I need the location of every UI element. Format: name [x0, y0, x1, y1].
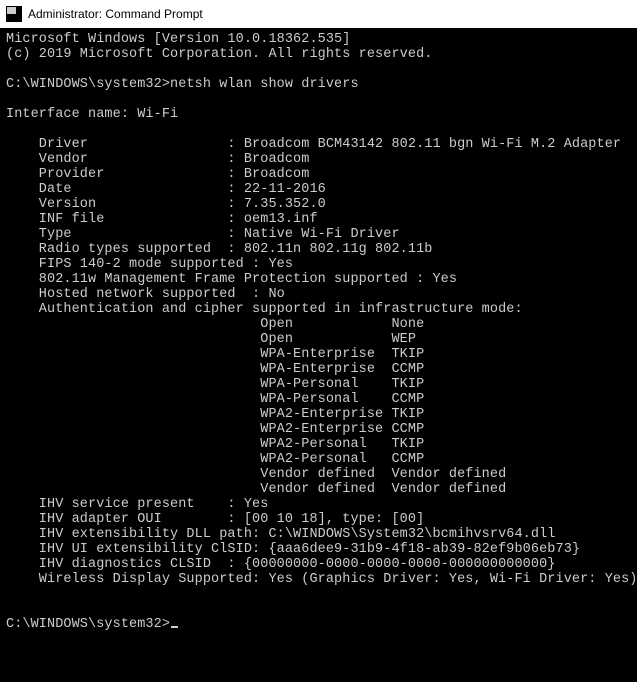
output-line: Vendor defined Vendor defined — [6, 467, 506, 482]
output-line: Open WEP — [6, 332, 416, 347]
output-line: Date : 22-11-2016 — [6, 182, 326, 197]
output-line: WPA-Enterprise CCMP — [6, 362, 424, 377]
cursor — [171, 626, 178, 628]
output-line: Open None — [6, 317, 424, 332]
output-line: Wireless Display Supported: Yes (Graphic… — [6, 572, 637, 587]
output-line: C:\WINDOWS\system32>netsh wlan show driv… — [6, 77, 359, 92]
output-line: WPA2-Enterprise TKIP — [6, 407, 424, 422]
cmd-icon — [6, 6, 22, 22]
output-line: WPA-Personal CCMP — [6, 392, 424, 407]
output-line: IHV adapter OUI : [00 10 18], type: [00] — [6, 512, 424, 527]
output-line: INF file : oem13.inf — [6, 212, 318, 227]
output-line: Microsoft Windows [Version 10.0.18362.53… — [6, 32, 350, 47]
window-title: Administrator: Command Prompt — [28, 7, 203, 21]
output-line: 802.11w Management Frame Protection supp… — [6, 272, 457, 287]
output-line: IHV service present : Yes — [6, 497, 268, 512]
output-line: Provider : Broadcom — [6, 167, 309, 182]
output-line: Radio types supported : 802.11n 802.11g … — [6, 242, 432, 257]
output-line: WPA-Personal TKIP — [6, 377, 424, 392]
output-line: WPA2-Personal CCMP — [6, 452, 424, 467]
output-line: IHV extensibility DLL path: C:\WINDOWS\S… — [6, 527, 556, 542]
prompt-path: C:\WINDOWS\system32> — [6, 617, 170, 632]
output-line: Vendor : Broadcom — [6, 152, 309, 167]
output-line: (c) 2019 Microsoft Corporation. All righ… — [6, 47, 432, 62]
terminal-output: Microsoft Windows [Version 10.0.18362.53… — [0, 28, 637, 638]
output-line: WPA2-Enterprise CCMP — [6, 422, 424, 437]
output-line: Authentication and cipher supported in i… — [6, 302, 523, 317]
output-line: IHV UI extensibility ClSID: {aaa6dee9-31… — [6, 542, 580, 557]
output-line: Interface name: Wi-Fi — [6, 107, 178, 122]
titlebar[interactable]: Administrator: Command Prompt — [0, 0, 637, 28]
output-line: IHV diagnostics CLSID : {00000000-0000-0… — [6, 557, 556, 572]
output-line: Vendor defined Vendor defined — [6, 482, 506, 497]
output-line: Hosted network supported : No — [6, 287, 285, 302]
output-line: Type : Native Wi-Fi Driver — [6, 227, 400, 242]
prompt-line[interactable]: C:\WINDOWS\system32> — [6, 617, 178, 632]
output-line: Version : 7.35.352.0 — [6, 197, 326, 212]
output-line: FIPS 140-2 mode supported : Yes — [6, 257, 293, 272]
output-line: WPA-Enterprise TKIP — [6, 347, 424, 362]
output-line: WPA2-Personal TKIP — [6, 437, 424, 452]
output-line: Driver : Broadcom BCM43142 802.11 bgn Wi… — [6, 137, 621, 152]
